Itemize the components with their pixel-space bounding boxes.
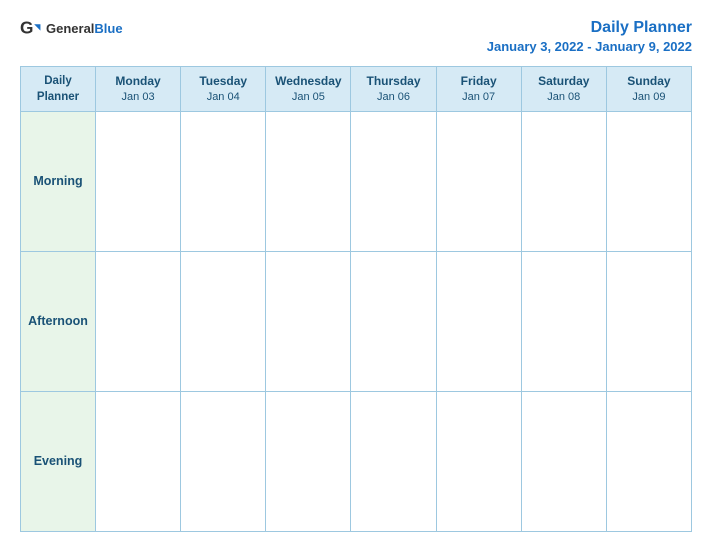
evening-sunday[interactable] (606, 391, 691, 531)
morning-tuesday[interactable] (181, 111, 266, 251)
afternoon-saturday[interactable] (521, 251, 606, 391)
afternoon-wednesday[interactable] (266, 251, 351, 391)
morning-thursday[interactable] (351, 111, 436, 251)
day-name-saturday: Saturday (524, 73, 604, 90)
header-planner: Planner (37, 91, 79, 103)
planner-title: Daily Planner (487, 18, 692, 39)
day-date-thursday: Jan 06 (353, 90, 433, 105)
header-thursday: Thursday Jan 06 (351, 66, 436, 111)
svg-text:G: G (20, 18, 33, 38)
morning-monday[interactable] (96, 111, 181, 251)
header-sunday: Sunday Jan 09 (606, 66, 691, 111)
planner-date-range: January 3, 2022 - January 9, 2022 (487, 39, 692, 54)
afternoon-friday[interactable] (436, 251, 521, 391)
logo-general: General (46, 21, 94, 36)
day-name-sunday: Sunday (609, 73, 689, 90)
morning-label: Morning (21, 111, 96, 251)
afternoon-tuesday[interactable] (181, 251, 266, 391)
afternoon-monday[interactable] (96, 251, 181, 391)
evening-friday[interactable] (436, 391, 521, 531)
day-name-thursday: Thursday (353, 73, 433, 90)
morning-row: Morning (21, 111, 692, 251)
evening-saturday[interactable] (521, 391, 606, 531)
afternoon-thursday[interactable] (351, 251, 436, 391)
header-daily: Daily (44, 75, 72, 87)
morning-friday[interactable] (436, 111, 521, 251)
logo-icon: G (20, 18, 42, 40)
page: G GeneralBlue Daily Planner January 3, 2… (0, 0, 712, 550)
header-saturday: Saturday Jan 08 (521, 66, 606, 111)
evening-monday[interactable] (96, 391, 181, 531)
calendar-table: Daily Planner Monday Jan 03 Tuesday Jan … (20, 66, 692, 532)
header-friday: Friday Jan 07 (436, 66, 521, 111)
header-tuesday: Tuesday Jan 04 (181, 66, 266, 111)
header-monday: Monday Jan 03 (96, 66, 181, 111)
logo-blue: Blue (94, 21, 122, 36)
morning-sunday[interactable] (606, 111, 691, 251)
evening-tuesday[interactable] (181, 391, 266, 531)
afternoon-row: Afternoon (21, 251, 692, 391)
day-name-tuesday: Tuesday (183, 73, 263, 90)
day-date-wednesday: Jan 05 (268, 90, 348, 105)
day-name-friday: Friday (439, 73, 519, 90)
evening-thursday[interactable] (351, 391, 436, 531)
evening-wednesday[interactable] (266, 391, 351, 531)
day-date-sunday: Jan 09 (609, 90, 689, 105)
column-header-row: Daily Planner Monday Jan 03 Tuesday Jan … (21, 66, 692, 111)
header-wednesday: Wednesday Jan 05 (266, 66, 351, 111)
day-date-friday: Jan 07 (439, 90, 519, 105)
day-name-wednesday: Wednesday (268, 73, 348, 90)
afternoon-sunday[interactable] (606, 251, 691, 391)
header: G GeneralBlue Daily Planner January 3, 2… (20, 18, 692, 54)
evening-row: Evening (21, 391, 692, 531)
day-date-tuesday: Jan 04 (183, 90, 263, 105)
header-first-col: Daily Planner (21, 66, 96, 111)
title-area: Daily Planner January 3, 2022 - January … (487, 18, 692, 54)
morning-saturday[interactable] (521, 111, 606, 251)
evening-label: Evening (21, 391, 96, 531)
logo-area: G GeneralBlue (20, 18, 123, 40)
day-name-monday: Monday (98, 73, 178, 90)
morning-wednesday[interactable] (266, 111, 351, 251)
afternoon-label: Afternoon (21, 251, 96, 391)
day-date-monday: Jan 03 (98, 90, 178, 105)
day-date-saturday: Jan 08 (524, 90, 604, 105)
